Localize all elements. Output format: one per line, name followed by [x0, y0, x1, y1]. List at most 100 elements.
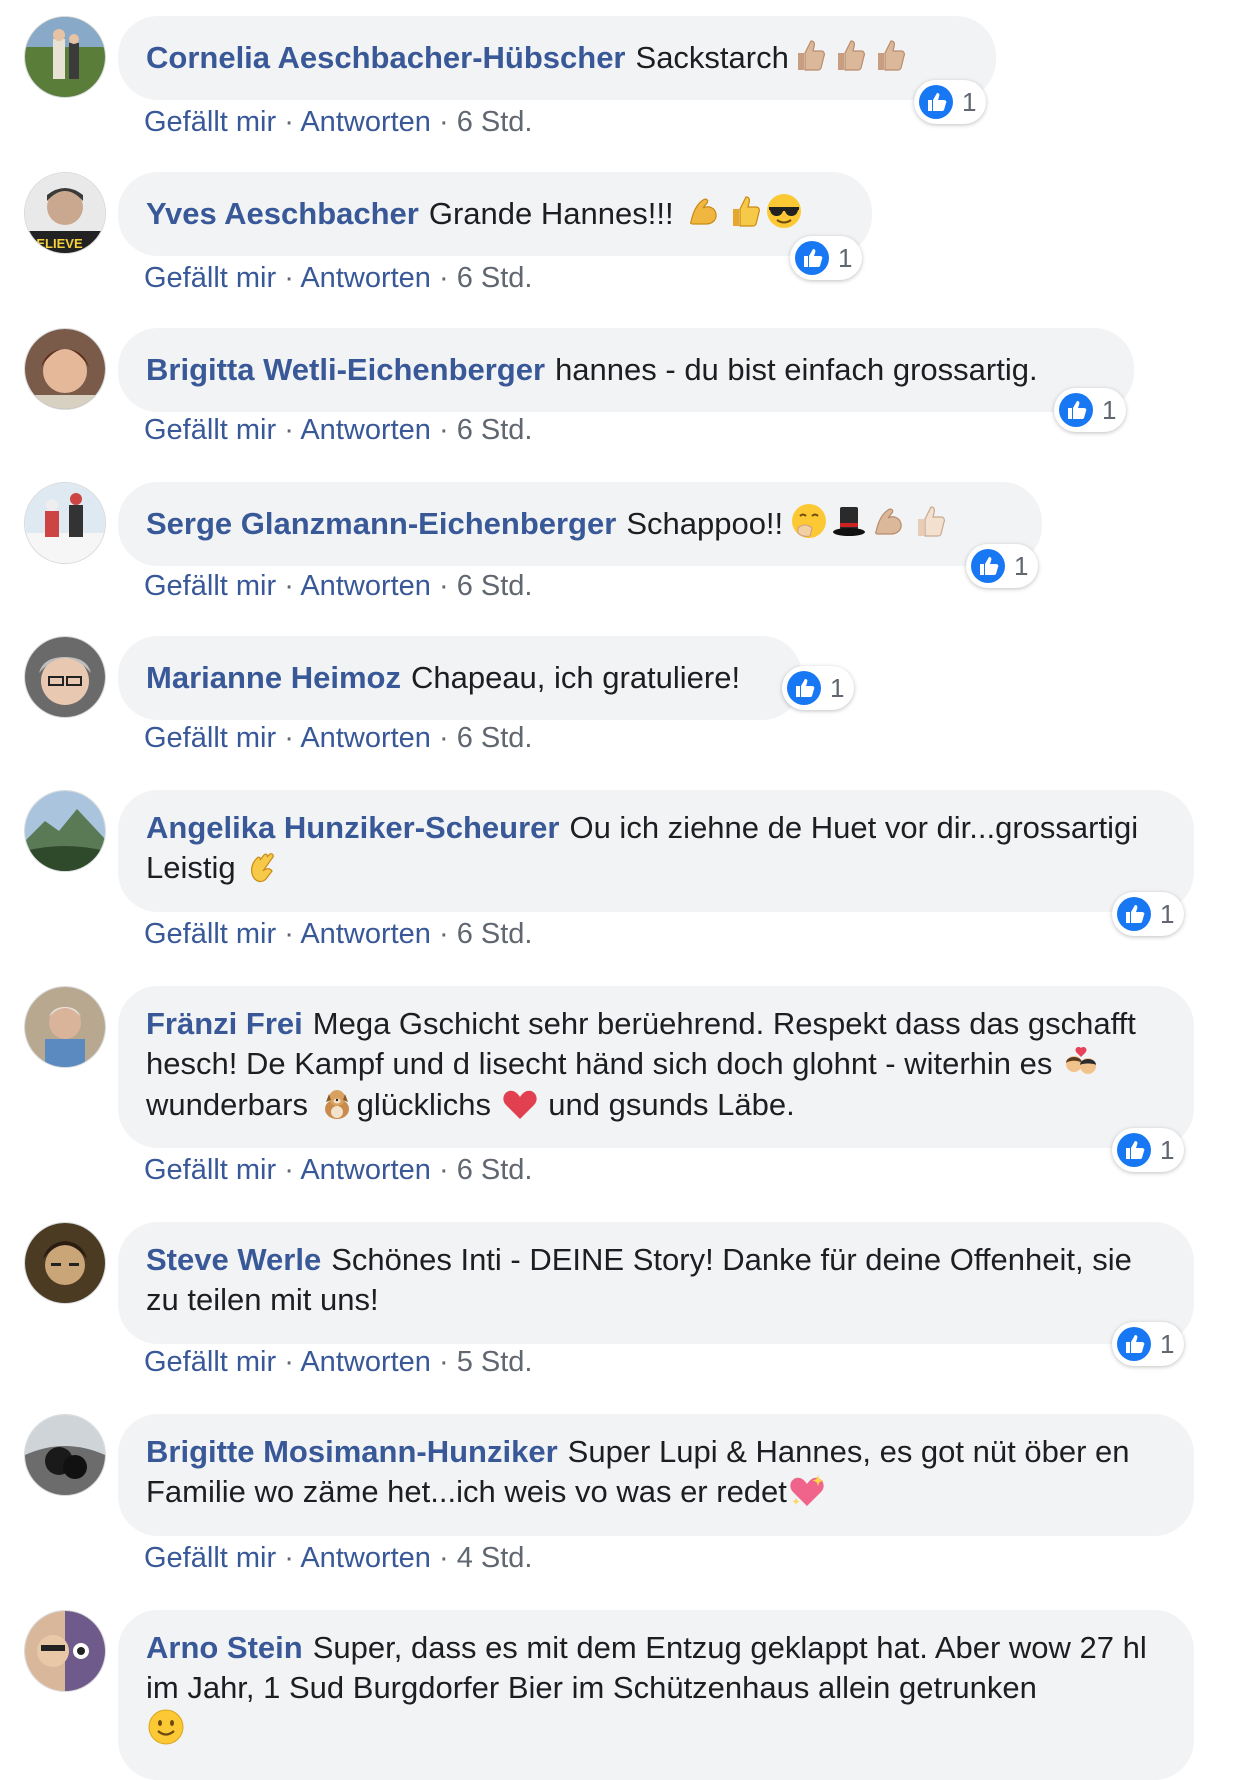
like-link[interactable]: Gefällt mir [144, 1542, 276, 1574]
avatar[interactable]: BELIEVE [24, 172, 106, 254]
comment-bubble: Arno Stein Super, dass es mit dem Entzug … [118, 1610, 1194, 1780]
comment-author[interactable]: Fränzi Frei [146, 1006, 303, 1041]
comment-timestamp[interactable]: 6 Std. [457, 722, 533, 754]
like-link[interactable]: Gefällt mir [144, 262, 276, 294]
like-count-badge[interactable]: 1 [1112, 1128, 1185, 1172]
separator: · [284, 262, 294, 294]
separator: · [284, 918, 294, 950]
like-link[interactable]: Gefällt mir [144, 570, 276, 602]
comment-timestamp[interactable]: 6 Std. [457, 918, 533, 950]
separator: · [438, 1346, 449, 1378]
separator: · [438, 570, 449, 602]
comment-text: glücklichs [356, 1086, 491, 1122]
comment-author[interactable]: Steve Werle [146, 1242, 321, 1277]
sunglasses-face-icon [765, 192, 803, 230]
separator: · [438, 262, 449, 294]
comment-bubble: Steve Werle Schönes Inti - DEINE Story! D… [118, 1222, 1194, 1344]
like-link[interactable]: Gefällt mir [144, 106, 276, 138]
comment-timestamp[interactable]: 6 Std. [457, 1154, 533, 1186]
couple-with-heart-icon [1062, 1044, 1100, 1082]
comment-actions: Gefällt mir · Antworten · 6 Std. [144, 722, 533, 755]
like-link[interactable]: Gefällt mir [144, 1346, 276, 1378]
like-count-badge[interactable]: 1 [1054, 388, 1127, 432]
comment-bubble: Brigitte Mosimann-Hunziker Super Lupi & H… [118, 1414, 1194, 1536]
avatar[interactable] [24, 790, 106, 872]
like-link[interactable]: Gefällt mir [144, 918, 276, 950]
avatar[interactable] [24, 1222, 106, 1304]
comment-text: Grande Hannes!!! [428, 196, 674, 231]
reply-link[interactable]: Antworten [300, 1542, 431, 1574]
separator: · [438, 722, 449, 754]
comment-text: und gsunds Läbe. [548, 1086, 795, 1122]
reply-link[interactable]: Antworten [300, 1154, 431, 1186]
like-link[interactable]: Gefällt mir [144, 1154, 276, 1186]
comment-author[interactable]: Brigitte Mosimann-Hunziker [146, 1434, 558, 1469]
comment-timestamp[interactable]: 6 Std. [457, 106, 533, 138]
avatar[interactable] [24, 16, 106, 98]
comment-bubble: Serge Glanzmann-Eichenberger Schappoo!! [118, 482, 1042, 566]
comment-author[interactable]: Angelika Hunziker-Scheurer [146, 810, 559, 845]
smiling-face-icon [147, 1708, 185, 1746]
avatar[interactable] [24, 636, 106, 718]
comment-bubble: Marianne Heimoz Chapeau, ich gratuliere! [118, 636, 802, 720]
comment-actions: Gefällt mir · Antworten · 6 Std. [144, 918, 533, 951]
reply-link[interactable]: Antworten [300, 106, 431, 138]
avatar[interactable] [24, 1414, 106, 1496]
comment-author[interactable]: Cornelia Aeschbacher-Hübscher [146, 38, 626, 78]
like-icon [918, 84, 954, 120]
like-count-badge[interactable]: 1 [1112, 892, 1185, 936]
reply-link[interactable]: Antworten [300, 722, 431, 754]
avatar[interactable] [24, 328, 106, 410]
comment-timestamp[interactable]: 6 Std. [457, 570, 533, 602]
avatar[interactable] [24, 1610, 106, 1692]
comment-timestamp[interactable]: 4 Std. [457, 1542, 533, 1574]
comment-author[interactable]: Serge Glanzmann-Eichenberger [146, 504, 616, 544]
like-count-badge[interactable]: 1 [914, 80, 987, 124]
like-icon [794, 240, 830, 276]
comment-author[interactable]: Brigitta Wetli-Eichenberger [146, 350, 545, 390]
reply-link[interactable]: Antworten [300, 918, 431, 950]
comment-timestamp[interactable]: 5 Std. [457, 1346, 533, 1378]
comment-bubble: Fränzi Frei Mega Gschicht sehr berüehrend… [118, 986, 1194, 1148]
avatar[interactable] [24, 482, 106, 564]
comment-timestamp[interactable]: 6 Std. [457, 262, 533, 294]
like-count: 1 [830, 672, 845, 703]
comment-author[interactable]: Yves Aeschbacher [146, 194, 419, 234]
clapping-hands-icon [245, 848, 283, 886]
reply-link[interactable]: Antworten [300, 262, 431, 294]
comment-actions: Gefällt mir · Antworten · 5 Std. [144, 1346, 533, 1379]
comment-bubble: Angelika Hunziker-Scheurer Ou ich ziehne … [118, 790, 1194, 912]
thumbs-up-icon [725, 192, 763, 230]
like-count-badge[interactable]: 1 [966, 544, 1039, 588]
comment-text: Schappoo!! [626, 506, 784, 541]
like-link[interactable]: Gefällt mir [144, 722, 276, 754]
like-count: 1 [1160, 898, 1175, 929]
comment-bubble: Yves Aeschbacher Grande Hannes!!! [118, 172, 872, 256]
like-count: 1 [1160, 1328, 1175, 1359]
separator: · [438, 1154, 449, 1186]
comment-author[interactable]: Marianne Heimoz [146, 658, 401, 698]
comment-text: Chapeau, ich gratuliere! [410, 660, 741, 695]
like-icon [1116, 1326, 1152, 1362]
like-link[interactable]: Gefällt mir [144, 414, 276, 446]
like-count-badge[interactable]: 1 [790, 236, 863, 280]
comment-author[interactable]: Arno Stein [146, 1630, 303, 1665]
thumbs-up-icon [790, 36, 828, 74]
giggling-face-icon [790, 502, 828, 540]
separator: · [284, 722, 294, 754]
reply-link[interactable]: Antworten [300, 570, 431, 602]
reply-link[interactable]: Antworten [300, 1346, 431, 1378]
reply-link[interactable]: Antworten [300, 414, 431, 446]
avatar[interactable] [24, 986, 106, 1068]
like-count-badge[interactable]: 1 [782, 666, 855, 710]
like-count: 1 [1102, 394, 1117, 425]
like-icon [970, 548, 1006, 584]
separator: · [438, 414, 449, 446]
thumbs-up-icon [910, 502, 948, 540]
like-count: 1 [962, 86, 977, 117]
like-count-badge[interactable]: 1 [1112, 1322, 1185, 1366]
separator: · [284, 414, 294, 446]
comment-text: hannes - du bist einfach grossartig. [555, 352, 1038, 387]
comment-timestamp[interactable]: 6 Std. [457, 414, 533, 446]
like-count: 1 [1014, 550, 1029, 581]
